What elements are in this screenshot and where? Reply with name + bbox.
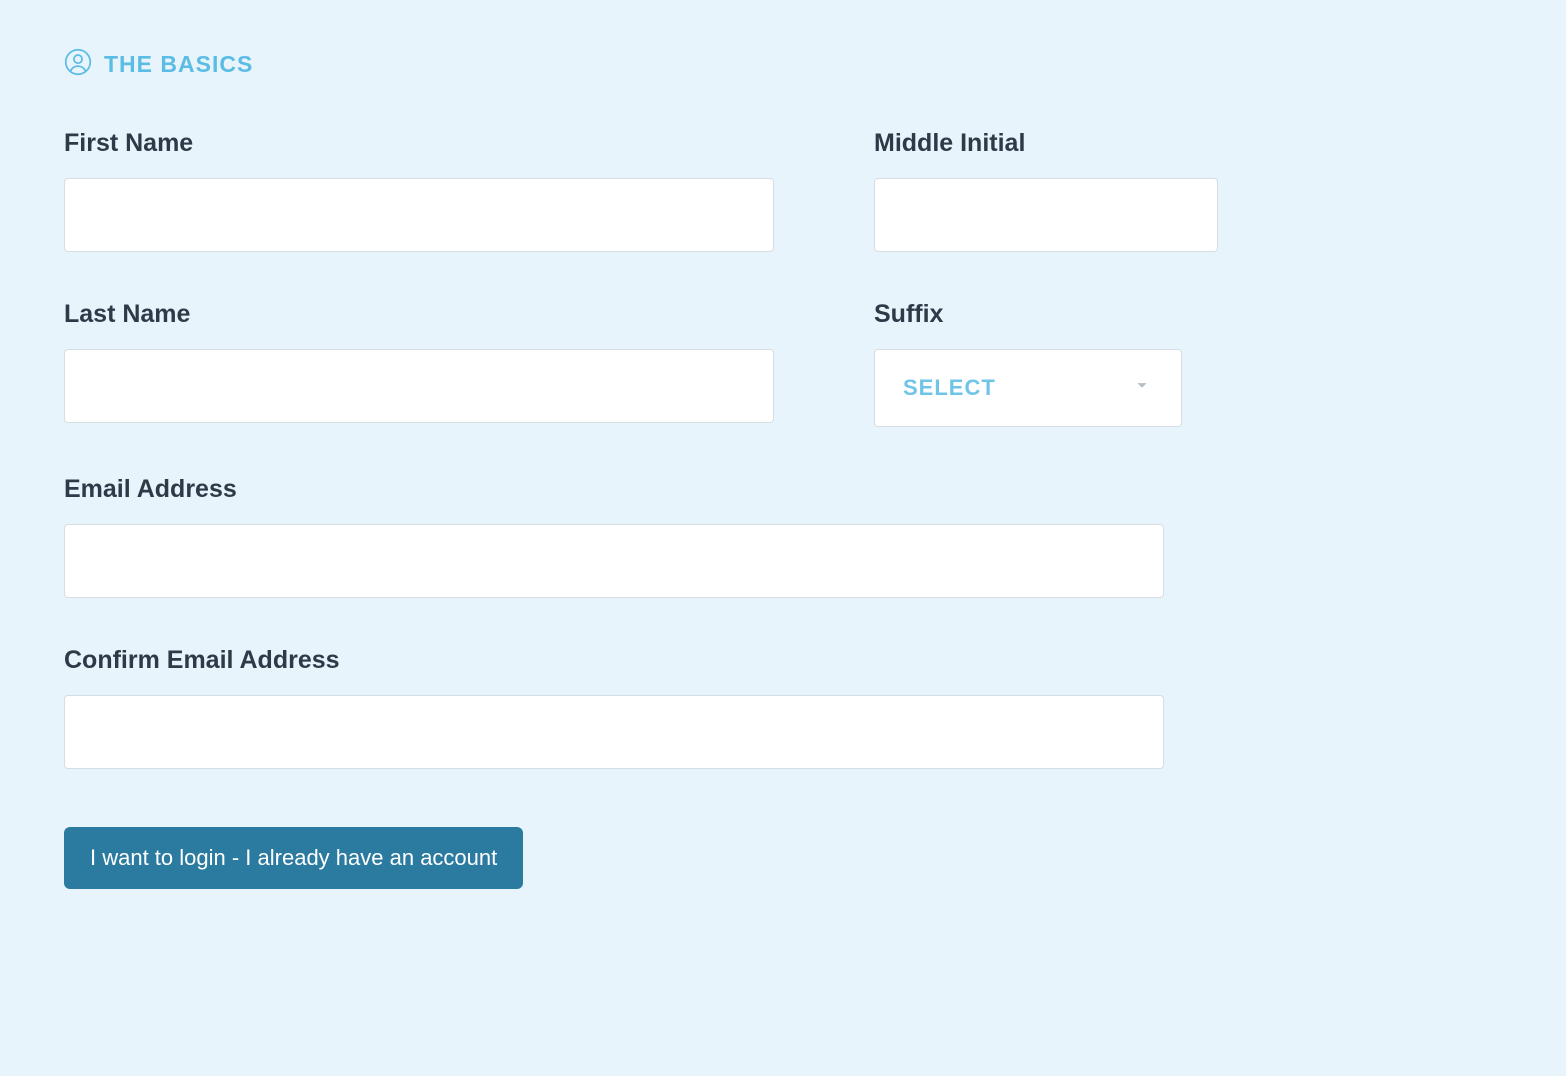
email-group: Email Address [64, 475, 1164, 598]
first-name-label: First Name [64, 129, 774, 158]
suffix-select[interactable]: SELECT [874, 349, 1182, 427]
middle-initial-label: Middle Initial [874, 129, 1218, 158]
email-input[interactable] [64, 524, 1164, 598]
first-name-group: First Name [64, 129, 774, 252]
email-label: Email Address [64, 475, 1164, 504]
form-row-name1: First Name Middle Initial [64, 129, 1502, 252]
section-title: THE BASICS [104, 51, 253, 78]
user-icon [64, 48, 92, 81]
suffix-select-value: SELECT [903, 375, 996, 401]
last-name-label: Last Name [64, 300, 774, 329]
confirm-email-label: Confirm Email Address [64, 646, 1164, 675]
suffix-group: Suffix SELECT [874, 300, 1182, 427]
middle-initial-input[interactable] [874, 178, 1218, 252]
first-name-input[interactable] [64, 178, 774, 252]
chevron-down-icon [1131, 374, 1153, 402]
suffix-select-wrap: SELECT [874, 349, 1182, 427]
confirm-email-group: Confirm Email Address [64, 646, 1164, 769]
last-name-input[interactable] [64, 349, 774, 423]
confirm-email-input[interactable] [64, 695, 1164, 769]
section-header: THE BASICS [64, 48, 1502, 81]
suffix-label: Suffix [874, 300, 1182, 329]
form-row-name2: Last Name Suffix SELECT [64, 300, 1502, 427]
login-existing-button[interactable]: I want to login - I already have an acco… [64, 827, 523, 889]
last-name-group: Last Name [64, 300, 774, 427]
middle-initial-group: Middle Initial [874, 129, 1218, 252]
